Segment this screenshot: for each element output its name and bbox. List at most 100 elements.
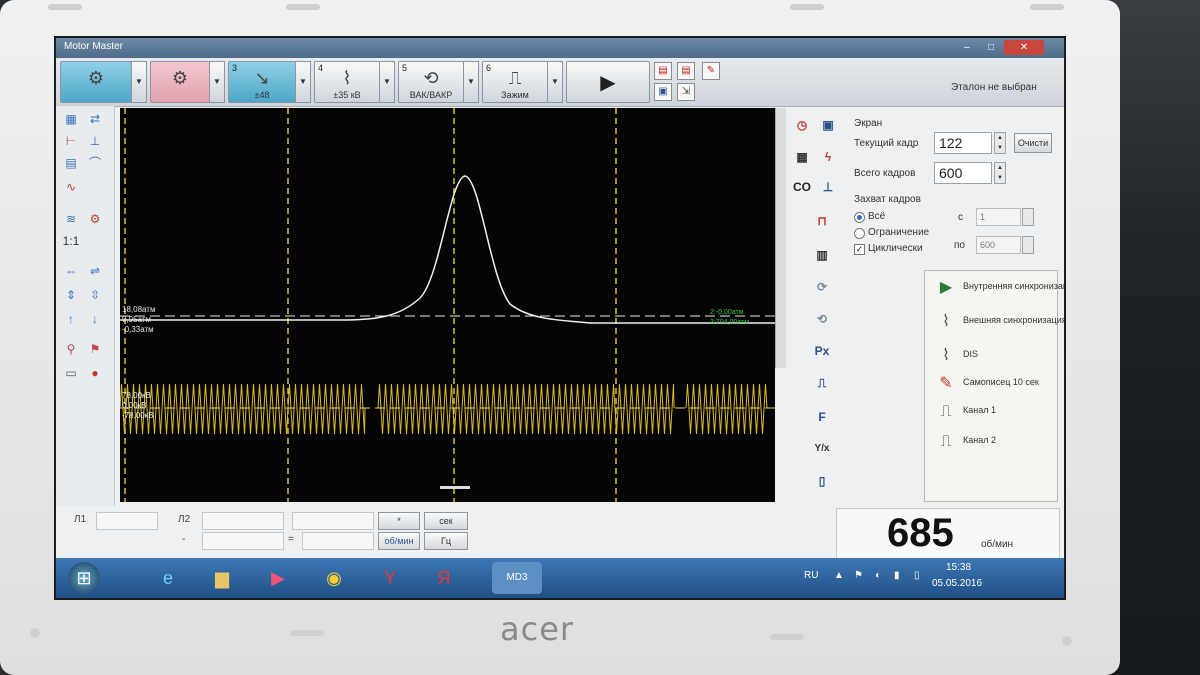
cursor-tool-icon[interactable]: ⊢ [60,132,82,150]
star-button[interactable]: * [378,512,420,530]
volume-icon[interactable]: ◖ [874,570,880,581]
toolbar-probe-5-button[interactable]: 5 ⟲ ВАК/ВАКР [398,61,464,103]
sync-item-channel1[interactable]: ⎍ Канал 1 [933,399,1064,425]
cyclic-checkbox[interactable]: ✓ [854,244,865,255]
stretch-h-icon[interactable]: ⇔ [60,262,82,280]
language-indicator[interactable]: RU [804,570,818,581]
zoom-icon[interactable]: ⚲ [60,340,82,358]
close-button[interactable]: ✕ [1004,40,1044,55]
flag-icon[interactable]: ⚑ [854,570,863,581]
phone-icon[interactable]: ▯ [810,470,834,492]
probe-4-dropdown[interactable]: ▼ [379,61,395,103]
co-button[interactable]: CO [790,176,814,198]
save-icon[interactable]: ▣ [654,83,672,101]
l1-field[interactable] [96,512,158,530]
yandex-browser-icon[interactable]: Y [374,562,406,594]
move-up-icon[interactable]: ↑ [60,310,82,328]
waveform-tool-icon[interactable]: ∿ [60,178,82,196]
sync-item-internal[interactable]: ▶ Внутренняя синхронизация [933,275,1064,301]
battery-icon[interactable]: ▯ [914,570,920,581]
total-frames-input[interactable]: 600 [934,162,992,184]
table-icon[interactable]: ▥ [810,244,834,266]
camera-icon[interactable]: ▭ [60,364,82,382]
probe-2-dropdown[interactable]: ▼ [209,61,225,103]
sync-item-channel2[interactable]: ⎍ Канал 2 [933,429,1064,455]
from-input[interactable]: 1 [976,208,1021,226]
media-player-icon[interactable]: ▶ [262,562,294,594]
folder-icon[interactable]: ▆ [206,562,238,594]
sync-item-external[interactable]: ⌇ Внешняя синхронизация [933,309,1064,335]
minimize-button[interactable]: – [956,40,978,55]
step-icon[interactable]: ⎍ [810,372,834,394]
chrome-icon[interactable]: ◉ [318,562,350,594]
clock-date[interactable]: 05.05.2016 [932,578,982,589]
sync-item-recorder[interactable]: ✎ Самописец 10 сек [933,371,1064,397]
clear-button[interactable]: Очисти [1014,133,1052,153]
maximize-button[interactable]: □ [980,40,1002,55]
to-input[interactable]: 600 [976,236,1021,254]
result-field[interactable] [302,532,374,550]
gear-tool-icon[interactable]: ⚙ [84,210,106,228]
rpm-unit-button[interactable]: об/мин [378,532,420,550]
probe-5-dropdown[interactable]: ▼ [463,61,479,103]
oscilloscope-view[interactable]: 18,08атм 0,95атм -0,33атм 2:-0,00атм 3:7… [120,108,775,502]
toolbar-probe-4-button[interactable]: 4 ⌇ ±35 кВ [314,61,380,103]
start-orb-icon[interactable]: ⊞ [68,562,100,594]
sec-button[interactable]: сек [424,512,468,530]
record-icon[interactable]: ● [84,364,106,382]
shrink-h-icon[interactable]: ⇌ [84,262,106,280]
spark-icon[interactable]: ϟ [816,146,840,168]
arrows-tool-icon[interactable]: ⇄ [84,110,106,128]
l2-field[interactable] [202,512,284,530]
capture-limit-radio[interactable] [854,228,865,239]
current-frame-spinner[interactable]: ▲ ▼ [994,132,1006,154]
open-file-icon[interactable]: ▤ [677,62,695,80]
sync-item-dis[interactable]: ⌇ DIS [933,343,1064,369]
filter-tool-icon[interactable]: ≋ [60,210,82,228]
timer-icon[interactable]: ◷ [790,114,814,136]
network-icon[interactable]: ▮ [894,570,900,581]
delta-field[interactable] [292,512,374,530]
hz-button[interactable]: Гц [424,532,468,550]
yandex-icon[interactable]: Я [428,562,460,594]
ie-icon[interactable]: e [152,562,184,594]
from-spinner[interactable] [1022,208,1034,226]
shrink-v-icon[interactable]: ⇳ [84,286,106,304]
probe-3-dropdown[interactable]: ▼ [295,61,311,103]
toolbar-probe-1-button[interactable]: ⚙ [60,61,132,103]
ratio-tool-icon[interactable]: 1:1 [60,232,82,250]
toolbar-probe-6-button[interactable]: 6 ⎍ Зажим [482,61,548,103]
marker-tool-icon[interactable]: ⊥ [84,132,106,150]
settings-wrench-icon[interactable]: ✎ [702,62,720,80]
pulse-icon[interactable]: ⊥ [816,176,840,198]
total-frames-spinner[interactable]: ▲ ▼ [994,162,1006,184]
probe-6-dropdown[interactable]: ▼ [547,61,563,103]
grid-tool-icon[interactable]: ▦ [60,110,82,128]
to-spinner[interactable] [1022,236,1034,254]
capture-all-radio[interactable] [854,212,865,223]
scope-scrollbar[interactable] [775,108,786,368]
monitor-icon[interactable]: ▣ [816,114,840,136]
probe-1-dropdown[interactable]: ▼ [131,61,147,103]
calculator-icon[interactable]: ▦ [790,146,814,168]
toolbar-probe-2-button[interactable]: ⚙ [150,61,210,103]
px-button[interactable]: Px [810,340,834,362]
open-folder-icon[interactable]: ▤ [654,62,672,80]
f-button[interactable]: F [810,406,834,428]
tray-expand-icon[interactable]: ▲ [834,570,844,581]
print-tool-icon[interactable]: ▤ [60,154,82,172]
start-button[interactable]: ▶ [566,61,650,103]
stretch-v-icon[interactable]: ⇕ [60,286,82,304]
move-down-icon[interactable]: ↓ [84,310,106,328]
current-frame-input[interactable]: 122 [934,132,992,154]
freq-field[interactable] [202,532,284,550]
measure-icon[interactable]: ⚑ [84,340,106,358]
trigger-edge-icon[interactable]: ⊓ [810,210,834,232]
toolbar-probe-3-button[interactable]: 3 ↘ ±48 [228,61,296,103]
cycle-icon[interactable]: ⟲ [810,308,834,330]
rotate-icon[interactable]: ⟳ [810,276,834,298]
scale-tool-icon[interactable]: ⌒ [84,154,106,172]
export-icon[interactable]: ⇲ [677,83,695,101]
clock-time[interactable]: 15:38 [946,562,971,573]
yx-button[interactable]: Y/x [810,438,834,460]
